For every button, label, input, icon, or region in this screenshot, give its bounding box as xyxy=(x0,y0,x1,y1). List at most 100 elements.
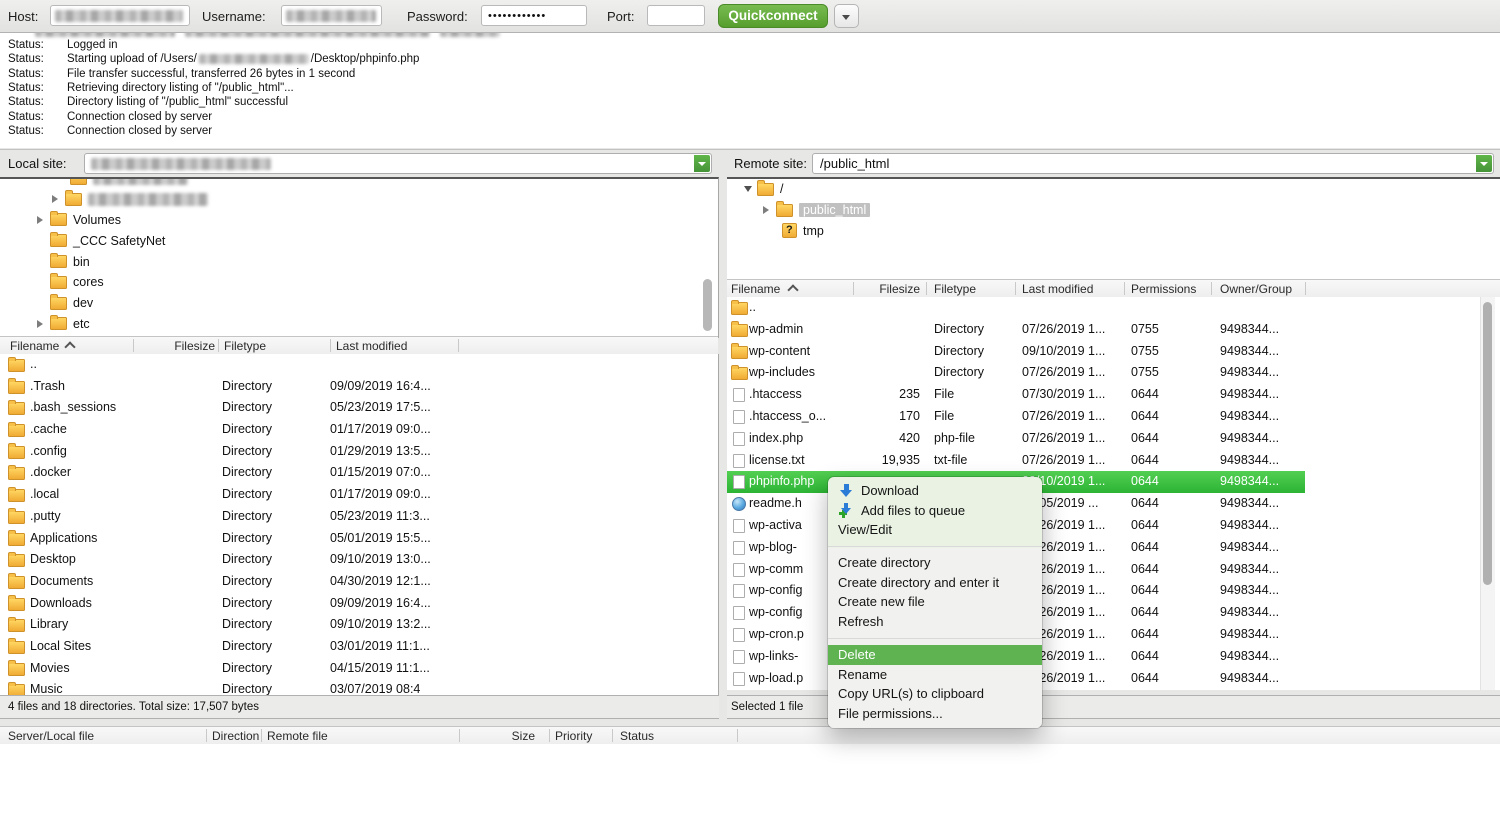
remote-file-row[interactable]: index.php 420 php-file 07/26/2019 1... 0… xyxy=(727,428,1500,450)
local-tree-item[interactable]: etc xyxy=(0,314,718,335)
password-input[interactable]: •••••••••••• xyxy=(481,5,587,26)
remote-file-row[interactable]: wp-includes Directory 07/26/2019 1... 07… xyxy=(727,362,1500,384)
local-tree-item[interactable]: redacted xyxy=(0,189,718,210)
cell-filetype: txt-file xyxy=(934,450,967,472)
column-priority[interactable]: Priority xyxy=(555,729,592,743)
remote-file-row[interactable]: .htaccess 235 File 07/30/2019 1... 0644 … xyxy=(727,384,1500,406)
local-file-row[interactable]: .Trash Directory 09/09/2019 16:4... xyxy=(0,376,718,398)
cell-filename: .cache xyxy=(30,419,67,441)
local-file-row[interactable]: Music Directory 03/07/2019 08:4 xyxy=(0,679,718,695)
cell-filename: .Trash xyxy=(30,376,65,398)
chevron-right-icon[interactable] xyxy=(37,216,43,224)
column-filetype[interactable]: Filetype xyxy=(934,282,976,296)
local-file-row[interactable]: Desktop Directory 09/10/2019 13:0... xyxy=(0,549,718,571)
context-menu-item[interactable]: Add files to queue xyxy=(828,501,1042,521)
remote-file-row[interactable]: .htaccess_o... 170 File 07/26/2019 1... … xyxy=(727,406,1500,428)
local-file-row[interactable]: .. xyxy=(0,354,718,376)
local-file-row[interactable]: Local Sites Directory 03/01/2019 11:1... xyxy=(0,636,718,658)
local-file-row[interactable]: .bash_sessions Directory 05/23/2019 17:5… xyxy=(0,397,718,419)
quickconnect-button[interactable]: Quickconnect xyxy=(718,4,828,28)
file-type-icon xyxy=(731,367,748,380)
column-status[interactable]: Status xyxy=(620,729,654,743)
remote-site-combo[interactable]: /public_html xyxy=(812,153,1494,174)
cell-last-modified: 09/09/2019 16:4... xyxy=(330,376,431,398)
context-menu-item[interactable]: Create new file xyxy=(828,592,1042,612)
local-tree-item[interactable]: bin xyxy=(0,251,718,272)
local-file-row[interactable]: .putty Directory 05/23/2019 11:3... xyxy=(0,506,718,528)
local-tree-item[interactable]: Volumes xyxy=(0,210,718,231)
column-filename[interactable]: Filename xyxy=(731,282,780,296)
remote-file-row[interactable]: license.txt 19,935 txt-file 07/26/2019 1… xyxy=(727,450,1500,472)
context-menu-items: Download Add files to queue View/Edit xyxy=(828,481,1042,724)
quickconnect-dropdown-button[interactable] xyxy=(834,4,859,28)
local-file-row[interactable]: .config Directory 01/29/2019 13:5... xyxy=(0,441,718,463)
column-last-modified[interactable]: Last modified xyxy=(336,339,407,353)
remote-tree-item[interactable]: public_html xyxy=(727,200,1500,221)
cell-owner-group: 9498344... xyxy=(1220,384,1279,406)
local-file-row[interactable]: .docker Directory 01/15/2019 07:0... xyxy=(0,462,718,484)
local-tree-item[interactable]: redacted xyxy=(0,177,718,189)
context-menu-item[interactable]: Delete xyxy=(828,645,1042,665)
cell-filename: license.txt xyxy=(749,450,805,472)
column-filesize[interactable]: Filesize xyxy=(140,339,215,353)
cell-filesize: 19,935 xyxy=(845,450,920,472)
file-type-icon xyxy=(8,684,25,695)
remote-file-row[interactable]: .. xyxy=(727,297,1500,319)
cell-filename: .htaccess xyxy=(749,384,802,406)
context-menu-item[interactable]: View/Edit xyxy=(828,520,1042,540)
column-filename[interactable]: Filename xyxy=(10,339,59,353)
context-menu-item[interactable]: Copy URL(s) to clipboard xyxy=(828,684,1042,704)
local-site-combo[interactable] xyxy=(84,153,712,174)
local-file-row[interactable]: Applications Directory 05/01/2019 15:5..… xyxy=(0,528,718,550)
local-file-row[interactable]: Library Directory 09/10/2019 13:2... xyxy=(0,614,718,636)
context-menu-item[interactable]: Refresh xyxy=(828,612,1042,632)
context-menu-item[interactable] xyxy=(828,546,1042,547)
local-tree-item[interactable]: dev xyxy=(0,293,718,314)
column-direction[interactable]: Direction xyxy=(212,729,259,743)
context-menu-item[interactable]: Create directory xyxy=(828,553,1042,573)
context-menu-item[interactable]: Create directory and enter it xyxy=(828,573,1042,593)
local-tree-item[interactable]: cores xyxy=(0,272,718,293)
local-file-row[interactable]: .cache Directory 01/17/2019 09:0... xyxy=(0,419,718,441)
local-file-row[interactable]: .local Directory 01/17/2019 09:0... xyxy=(0,484,718,506)
username-input[interactable] xyxy=(281,5,382,26)
remote-tree-item[interactable]: tmp xyxy=(727,221,1500,242)
context-menu-item[interactable]: Download xyxy=(828,481,1042,501)
local-site-dropdown-icon[interactable] xyxy=(694,155,710,172)
context-menu-item[interactable] xyxy=(828,638,1042,639)
tree-item-label: Volumes xyxy=(73,213,121,227)
chevron-down-icon[interactable] xyxy=(744,186,752,192)
context-menu-item[interactable]: Rename xyxy=(828,665,1042,685)
cell-filename: Local Sites xyxy=(30,636,91,658)
remote-list-scrollbar-thumb[interactable] xyxy=(1483,302,1492,585)
column-owner-group[interactable]: Owner/Group xyxy=(1220,282,1292,296)
chevron-right-icon[interactable] xyxy=(763,206,769,214)
column-last-modified[interactable]: Last modified xyxy=(1022,282,1093,296)
local-tree-scrollbar[interactable] xyxy=(703,279,712,331)
remote-file-row[interactable]: wp-content Directory 09/10/2019 1... 075… xyxy=(727,341,1500,363)
file-type-icon xyxy=(733,475,745,489)
chevron-right-icon[interactable] xyxy=(37,320,43,328)
local-file-row[interactable]: Movies Directory 04/15/2019 11:1... xyxy=(0,658,718,680)
cell-last-modified: 09/10/2019 1... xyxy=(1022,341,1105,363)
port-input[interactable] xyxy=(647,5,705,26)
column-size[interactable]: Size xyxy=(480,729,535,743)
chevron-right-icon[interactable] xyxy=(52,195,58,203)
file-type-icon xyxy=(8,467,25,480)
remote-list-scrollbar-track[interactable] xyxy=(1480,297,1495,690)
local-file-row[interactable]: Documents Directory 04/30/2019 12:1... xyxy=(0,571,718,593)
file-type-icon xyxy=(731,346,748,359)
remote-tree-item[interactable]: / xyxy=(727,179,1500,200)
column-permissions[interactable]: Permissions xyxy=(1131,282,1196,296)
remote-file-row[interactable]: wp-admin Directory 07/26/2019 1... 0755 … xyxy=(727,319,1500,341)
column-server-local-file[interactable]: Server/Local file xyxy=(8,729,94,743)
host-input[interactable] xyxy=(50,5,190,26)
quickconnect-toolbar: Host: Username: Password: •••••••••••• P… xyxy=(0,0,1500,33)
column-filetype[interactable]: Filetype xyxy=(224,339,266,353)
remote-site-dropdown-icon[interactable] xyxy=(1476,155,1492,172)
column-filesize[interactable]: Filesize xyxy=(857,282,920,296)
local-tree-item[interactable]: _CCC SafetyNet xyxy=(0,230,718,251)
context-menu-item[interactable]: File permissions... xyxy=(828,704,1042,724)
column-remote-file[interactable]: Remote file xyxy=(267,729,328,743)
local-file-row[interactable]: Downloads Directory 09/09/2019 16:4... xyxy=(0,593,718,615)
